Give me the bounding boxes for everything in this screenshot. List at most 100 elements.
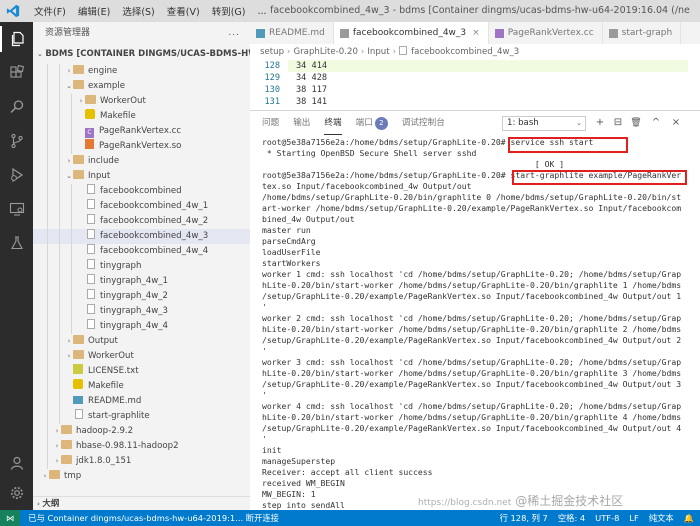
editor-tabs: README.md facebookcombined_4w_3 × PageRankV… xyxy=(250,22,700,44)
terminal-line: manageSuperstep xyxy=(262,456,336,466)
bottom-panel: 问题 输出 终端 端口 2 调试控制台 1: bash ⌄ + ⊟ 🗑 ^ × r… xyxy=(250,110,700,510)
debug-icon[interactable] xyxy=(0,162,33,188)
file-icon xyxy=(87,184,95,194)
indent-guide xyxy=(59,169,60,184)
breadcrumb-item[interactable]: facebookcombined_4w_3 xyxy=(411,47,519,57)
terminal-output[interactable]: root@5e38a7156e2a:/home/bdms/setup/Graph… xyxy=(262,137,694,510)
terminal-select[interactable]: 1: bash ⌄ xyxy=(502,116,586,131)
chevron-icon: › xyxy=(67,337,71,345)
search-icon[interactable] xyxy=(0,94,33,120)
close-panel-icon[interactable]: × xyxy=(670,117,682,129)
indent-guide xyxy=(47,334,48,349)
tree-item[interactable]: › Output xyxy=(33,334,250,349)
new-terminal-icon[interactable]: + xyxy=(594,117,606,129)
connection-status[interactable]: 已与 Container dingms/ucas-bdms-hw-u64-201… xyxy=(20,510,279,526)
source-control-icon[interactable] xyxy=(0,128,33,154)
indent-guide xyxy=(59,319,60,334)
tree-item[interactable]: README.md xyxy=(33,394,250,409)
outline-section[interactable]: › 大纲 xyxy=(33,496,250,510)
tab-ports[interactable]: 端口 2 xyxy=(356,111,388,135)
tree-item-label: Input xyxy=(88,171,111,181)
tree-item[interactable]: › engine xyxy=(33,64,250,79)
file-icon xyxy=(87,259,95,269)
tree-item[interactable]: › include xyxy=(33,154,250,169)
encoding[interactable]: UTF-8 xyxy=(595,510,619,526)
tree-item[interactable]: Makefile xyxy=(33,109,250,124)
remote-explorer-icon[interactable] xyxy=(0,196,33,222)
menu-edit[interactable]: 编辑(E) xyxy=(72,4,116,18)
tab-problems[interactable]: 问题 xyxy=(262,111,279,135)
split-terminal-icon[interactable]: ⊟ xyxy=(612,117,624,129)
tree-item[interactable]: C PageRankVertex.cc xyxy=(33,124,250,139)
menu-selection[interactable]: 选择(S) xyxy=(116,4,160,18)
breadcrumb-item[interactable]: Input xyxy=(367,47,389,57)
tree-item[interactable]: › hadoop-2.9.2 xyxy=(33,424,250,439)
editor-tab[interactable]: PageRankVertex.cc xyxy=(489,22,603,44)
tree-item[interactable]: tinygraph xyxy=(33,259,250,274)
gear-icon[interactable] xyxy=(0,480,33,506)
tree-item[interactable]: LICENSE.txt xyxy=(33,364,250,379)
trash-icon[interactable]: 🗑 xyxy=(630,117,642,129)
tree-item[interactable]: PageRankVertex.so xyxy=(33,139,250,154)
editor-line: 128 34 414 xyxy=(250,60,700,72)
tree-item[interactable]: facebookcombined_4w_3 xyxy=(33,229,250,244)
editor-tab[interactable]: facebookcombined_4w_3 × xyxy=(333,22,489,44)
testing-icon[interactable] xyxy=(0,230,33,256)
tree-item[interactable]: tinygraph_4w_1 xyxy=(33,274,250,289)
tree-item[interactable]: facebookcombined_4w_2 xyxy=(33,214,250,229)
indent-guide xyxy=(71,274,72,289)
extensions-icon[interactable] xyxy=(0,60,33,86)
editor-tab[interactable]: README.md xyxy=(250,22,334,44)
terminal-line: ' xyxy=(262,346,267,356)
tree-item[interactable]: ⌄ example xyxy=(33,79,250,94)
tree-item[interactable]: tinygraph_4w_2 xyxy=(33,289,250,304)
indent-guide xyxy=(47,379,48,394)
menu-view[interactable]: 查看(V) xyxy=(161,4,206,18)
editor-line: 131 38 141 xyxy=(250,96,700,108)
breadcrumb-item[interactable]: setup xyxy=(260,47,284,57)
tree-item[interactable]: › jdk1.8.0_151 xyxy=(33,454,250,469)
terminal-line: hLite-0.20/bin/start-worker /home/bdms/s… xyxy=(262,324,682,334)
file-icon xyxy=(339,28,349,38)
menu-go[interactable]: 转到(G) xyxy=(206,4,252,18)
tree-item[interactable]: › WorkerOut xyxy=(33,94,250,109)
workspace-folder[interactable]: ⌄ BDMS [CONTAINER DINGMS/UCAS-BDMS-HW-U6… xyxy=(33,44,250,64)
tab-debug-console[interactable]: 调试控制台 xyxy=(402,111,445,135)
notifications-icon[interactable]: 🔔 xyxy=(684,510,694,526)
line-ending[interactable]: LF xyxy=(629,510,638,526)
maximize-panel-icon[interactable]: ^ xyxy=(650,117,662,129)
tree-item[interactable]: facebookcombined_4w_1 xyxy=(33,199,250,214)
remote-indicator-icon[interactable]: ⋈ xyxy=(0,510,21,526)
cursor-position[interactable]: 行 128, 列 7 xyxy=(500,510,548,526)
editor-tab[interactable]: start-graph xyxy=(603,22,682,44)
explorer-icon[interactable] xyxy=(0,26,33,52)
more-actions-icon[interactable]: ... xyxy=(228,22,250,44)
tab-terminal[interactable]: 终端 xyxy=(324,111,342,135)
close-icon[interactable]: × xyxy=(472,22,480,44)
indent-guide xyxy=(47,169,48,184)
tree-item[interactable]: › tmp xyxy=(33,469,250,484)
indent-guide xyxy=(47,274,48,289)
activity-bar xyxy=(0,22,33,510)
tree-item[interactable]: facebookcombined_4w_4 xyxy=(33,244,250,259)
terminal-line: master run xyxy=(262,225,311,235)
tree-item[interactable]: tinygraph_4w_4 xyxy=(33,319,250,334)
tree-item[interactable]: Makefile xyxy=(33,379,250,394)
breadcrumb-item[interactable]: GraphLite-0.20 xyxy=(293,47,357,57)
folder-icon xyxy=(61,425,72,434)
file-icon xyxy=(73,364,83,374)
indentation[interactable]: 空格: 4 xyxy=(558,510,585,526)
tab-output[interactable]: 输出 xyxy=(293,111,310,135)
tree-item[interactable]: tinygraph_4w_3 xyxy=(33,304,250,319)
terminal-line: ' xyxy=(262,302,267,312)
menu-file[interactable]: 文件(F) xyxy=(28,4,72,18)
tree-item[interactable]: › WorkerOut xyxy=(33,349,250,364)
account-icon[interactable] xyxy=(0,450,33,476)
indent-guide xyxy=(59,409,60,424)
tree-item[interactable]: facebookcombined xyxy=(33,184,250,199)
tree-item[interactable]: start-graphlite xyxy=(33,409,250,424)
text-editor[interactable]: 128 34 414 129 34 428 130 38 117 131 38 141 xyxy=(250,60,700,108)
tree-item[interactable]: › hbase-0.98.11-hadoop2 xyxy=(33,439,250,454)
tree-item[interactable]: ⌄ Input xyxy=(33,169,250,184)
language-mode[interactable]: 纯文本 xyxy=(649,510,674,526)
